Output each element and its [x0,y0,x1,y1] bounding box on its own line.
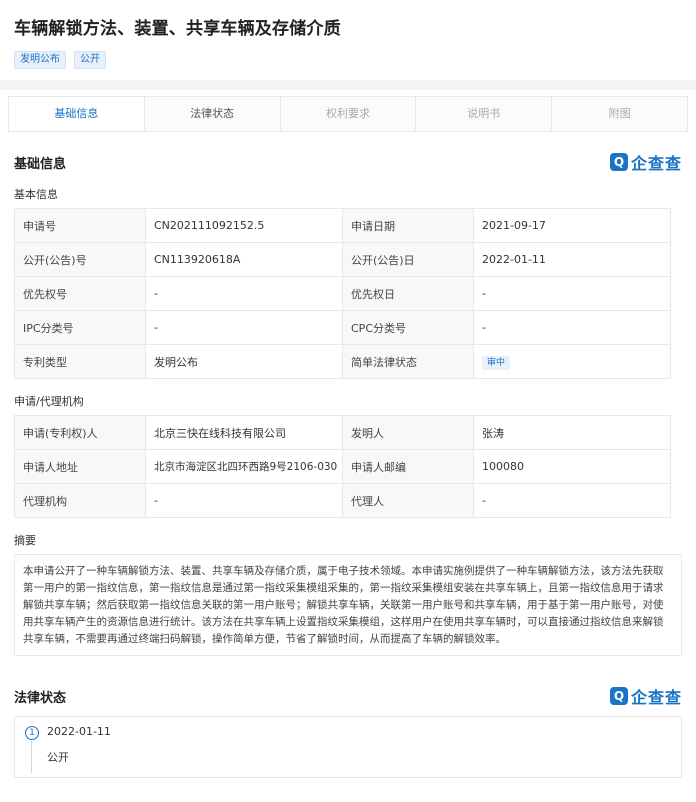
qichacha-logo: Q 企查查 [609,150,682,174]
agency-subtitle: 申请/代理机构 [14,395,84,408]
field-label: 申请人地址 [14,449,146,484]
field-label: 申请日期 [342,208,474,243]
ipc-class: - [145,310,343,345]
tab-description[interactable]: 说明书 [416,97,553,131]
field-label: 代理人 [342,483,474,518]
tab-basic-info[interactable]: 基础信息 [9,97,145,131]
priority-date: - [473,276,671,311]
qichacha-logo-text: 企查查 [630,688,682,707]
qichacha-logo: Q 企查查 [609,684,682,708]
field-label: 申请人邮编 [342,449,474,484]
tab-drawings[interactable]: 附图 [552,97,687,131]
legal-section-header: 法律状态 Q 企查查 [14,684,682,708]
applicant-postcode: 100080 [473,449,671,484]
tab-claims[interactable]: 权利要求 [280,97,417,131]
agency-name: - [145,483,343,518]
field-label: 优先权日 [342,276,474,311]
basic-section-title: 基础信息 [14,156,67,172]
detail-card: 基础信息 法律状态 权利要求 说明书 附图 基础信息 Q 企查查 基本信息 申请… [0,90,696,802]
agency-table: 申请(专利权)人 北京三快在线科技有限公司 发明人 张涛 申请人地址 北京市海淀… [14,415,671,518]
table-row: IPC分类号 - CPC分类号 - [14,310,671,345]
basic-section-header: 基础信息 Q 企查查 [14,150,682,174]
table-row: 申请(专利权)人 北京三快在线科技有限公司 发明人 张涛 [14,415,671,450]
application-date: 2021-09-17 [473,208,671,243]
timeline-date: 2022-01-11 [47,725,111,738]
field-label: 申请(专利权)人 [14,415,146,450]
field-label: 专利类型 [14,344,146,379]
field-label: 公开(公告)号 [14,242,146,277]
table-row: 优先权号 - 优先权日 - [14,276,671,311]
abstract-text: 本申请公开了一种车辆解锁方法、装置、共享车辆及存储介质，属于电子技术领域。本申请… [14,554,682,656]
applicant-address: 北京市海淀区北四环西路9号2106-030 [145,449,343,484]
field-label: 简单法律状态 [342,344,474,379]
basic-info-subtitle: 基本信息 [14,188,58,201]
field-label: 发明人 [342,415,474,450]
field-label: IPC分类号 [14,310,146,345]
abstract-title: 摘要 [14,534,36,547]
timeline-status: 公开 [47,751,69,764]
patent-type: 发明公布 [145,344,343,379]
field-label: 代理机构 [14,483,146,518]
patent-page: 车辆解锁方法、装置、共享车辆及存储介质 发明公布 公开 基础信息 法律状态 权利… [0,0,696,802]
tab-legal-status[interactable]: 法律状态 [144,97,281,131]
publication-number: CN113920618A [145,242,343,277]
legal-status-cell: 审中 [473,344,671,379]
applicant-link[interactable]: 北京三快在线科技有限公司 [145,415,343,450]
table-row: 公开(公告)号 CN113920618A 公开(公告)日 2022-01-11 [14,242,671,277]
table-row: 专利类型 发明公布 简单法律状态 审中 [14,344,671,379]
priority-number: - [145,276,343,311]
application-number: CN202111092152.5 [145,208,343,243]
page-title: 车辆解锁方法、装置、共享车辆及存储介质 [14,19,341,39]
field-label: 申请号 [14,208,146,243]
tag-list: 发明公布 公开 [14,51,682,69]
qichacha-logo-text: 企查查 [630,154,682,173]
field-label: 优先权号 [14,276,146,311]
table-row: 申请号 CN202111092152.5 申请日期 2021-09-17 [14,208,671,243]
page-header: 车辆解锁方法、装置、共享车辆及存储介质 发明公布 公开 [0,0,696,80]
timeline-connector [31,741,32,773]
tag-publication-type: 发明公布 [14,51,66,69]
table-row: 申请人地址 北京市海淀区北四环西路9号2106-030 申请人邮编 100080 [14,449,671,484]
tab-bar: 基础信息 法律状态 权利要求 说明书 附图 [8,96,688,132]
timeline-index-badge: 1 [25,726,39,740]
qichacha-logo-icon: Q [609,687,628,705]
cpc-class: - [473,310,671,345]
basic-info-table: 申请号 CN202111092152.5 申请日期 2021-09-17 公开(… [14,208,671,379]
field-label: CPC分类号 [342,310,474,345]
legal-section-title: 法律状态 [14,690,67,706]
legal-timeline: 1 2022-01-11 公开 [14,716,682,778]
agent-name: - [473,483,671,518]
field-label: 公开(公告)日 [342,242,474,277]
publication-date: 2022-01-11 [473,242,671,277]
table-row: 代理机构 - 代理人 - [14,483,671,518]
qichacha-logo-icon: Q [609,153,628,171]
inventor: 张涛 [473,415,671,450]
status-badge: 审中 [482,356,511,370]
tag-status: 公开 [74,51,106,69]
